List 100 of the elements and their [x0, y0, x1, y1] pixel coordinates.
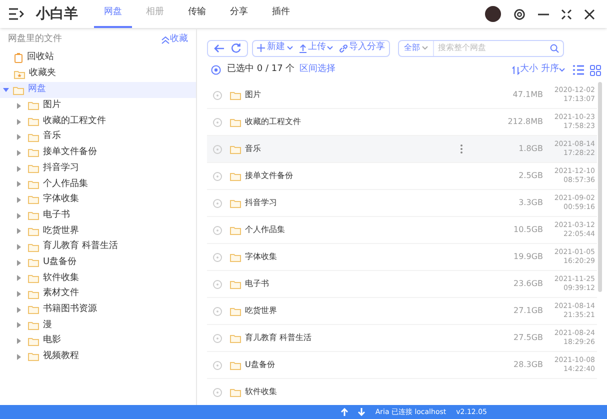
folder-icon [230, 90, 241, 100]
folder-icon [13, 86, 24, 94]
caret-right-icon[interactable] [16, 260, 22, 266]
select-circle-icon[interactable] [213, 306, 222, 316]
tree-item[interactable]: 接单文件备份 [0, 145, 196, 161]
tree-item[interactable]: 电影 [0, 333, 196, 349]
new-button[interactable]: 新建 [257, 41, 293, 55]
select-circle-icon[interactable] [213, 360, 222, 370]
folder-icon [28, 352, 39, 362]
file-name: 字体收集 [245, 251, 278, 263]
tree-item[interactable]: 图片 [0, 98, 196, 114]
tree-item[interactable]: 个人作品集 [0, 176, 196, 192]
menu-icon[interactable] [8, 8, 24, 20]
caret-right-icon[interactable] [16, 306, 22, 313]
select-circle-icon[interactable] [213, 388, 222, 396]
refresh-icon[interactable] [231, 43, 241, 53]
file-size: 10.5GB [512, 224, 543, 236]
chevron-up-icon [161, 36, 170, 44]
select-circle-icon[interactable] [213, 90, 222, 100]
tree-item[interactable]: 吃货世界 [0, 224, 196, 240]
folder-icon [230, 360, 241, 370]
caret-right-icon[interactable] [16, 275, 22, 282]
settings-icon[interactable] [513, 8, 526, 20]
caret-right-icon[interactable] [16, 322, 22, 328]
folder-icon [28, 164, 39, 174]
select-circle-icon[interactable] [213, 118, 222, 126]
scope-dropdown[interactable]: 全部 [399, 40, 434, 56]
folder-icon [230, 198, 241, 208]
tab[interactable]: 传输 [178, 0, 216, 28]
download-arrow-icon [358, 408, 366, 416]
scrollbar[interactable] [598, 82, 602, 292]
folder-icon [28, 117, 39, 126]
file-name: 吃货世界 [245, 305, 278, 317]
chevron-down-icon [287, 46, 293, 50]
tree-item[interactable]: 软件收集 [0, 270, 196, 286]
avatar-icon[interactable] [485, 6, 501, 22]
caret-right-icon[interactable] [16, 196, 22, 203]
trash-icon [14, 53, 23, 63]
select-all-icon[interactable] [211, 65, 221, 75]
caret-right-icon[interactable] [16, 212, 22, 219]
select-circle-icon[interactable] [213, 226, 222, 234]
list-view-icon[interactable] [573, 65, 584, 75]
tree-item[interactable]: 抖音学习 [0, 160, 196, 176]
caret-right-icon[interactable] [16, 354, 22, 360]
tree-item[interactable]: 视频教程 [0, 349, 196, 365]
tree-item[interactable]: 漫 [0, 318, 196, 334]
collapse-button[interactable]: 收藏 [161, 33, 188, 47]
import-share-button[interactable]: 导入分享 [339, 41, 385, 55]
file-size: 1.8GB [518, 143, 543, 155]
folder-icon [28, 274, 39, 283]
tree-item[interactable]: 素材文件 [0, 286, 196, 302]
tab[interactable]: 网盘 [94, 0, 132, 28]
caret-right-icon[interactable] [16, 166, 22, 172]
upload-button[interactable]: 上传 [299, 41, 333, 55]
caret-right-icon[interactable] [16, 338, 22, 344]
maximize-icon[interactable] [561, 8, 572, 20]
select-circle-icon[interactable] [213, 334, 222, 342]
folder-icon [28, 258, 39, 268]
caret-right-icon[interactable] [16, 102, 22, 109]
caret-right-icon[interactable] [16, 228, 22, 234]
more-icon[interactable] [460, 144, 463, 154]
sort-button[interactable]: 大小 升序 [512, 63, 565, 77]
tree-item[interactable]: 回收站 [0, 50, 196, 66]
tree-item[interactable]: 收藏的工程文件 [0, 114, 196, 130]
file-size: 3.3GB [518, 197, 543, 209]
tree-item[interactable]: 电子书 [0, 208, 196, 224]
file-size: 2.5GB [518, 170, 543, 182]
caret-down-icon[interactable] [3, 87, 9, 93]
range-select-link[interactable]: 区间选择 [300, 63, 336, 77]
caret-right-icon[interactable] [16, 244, 22, 250]
folder-icon [28, 211, 39, 220]
tree-item[interactable]: 育儿教育 科普生活 [0, 239, 196, 255]
upload-arrow-icon [341, 408, 348, 416]
tree-item[interactable]: 收藏夹 [0, 66, 196, 82]
select-circle-icon[interactable] [213, 198, 222, 208]
select-circle-icon[interactable] [213, 252, 222, 262]
select-circle-icon[interactable] [213, 144, 222, 154]
tree-item[interactable]: U盘备份 [0, 254, 196, 271]
caret-right-icon[interactable] [16, 291, 22, 298]
tree-item[interactable]: 字体收集 [0, 192, 196, 208]
close-icon[interactable] [584, 8, 595, 20]
select-circle-icon[interactable] [213, 280, 222, 288]
tree-item[interactable]: 书籍图书资源 [0, 302, 196, 318]
back-arrow-icon[interactable] [214, 44, 225, 52]
select-circle-icon[interactable] [213, 172, 222, 180]
tree-item[interactable]: 音乐 [0, 129, 196, 146]
app-title: 小白羊 [36, 4, 78, 24]
file-size: 23.6GB [512, 278, 543, 290]
search-icon[interactable] [550, 44, 559, 52]
grid-view-icon[interactable] [590, 64, 601, 76]
tab[interactable]: 分享 [220, 0, 258, 28]
file-size: 47.1MB [512, 89, 543, 101]
caret-right-icon[interactable] [16, 118, 22, 125]
file-size: 27.5GB [512, 332, 543, 344]
file-name: 音乐 [245, 143, 262, 155]
tab[interactable]: 插件 [262, 0, 300, 28]
caret-right-icon[interactable] [16, 134, 22, 140]
caret-right-icon[interactable] [16, 150, 22, 156]
caret-right-icon[interactable] [16, 181, 22, 188]
search-field[interactable]: 全部 搜索整个网盘 [398, 40, 564, 56]
